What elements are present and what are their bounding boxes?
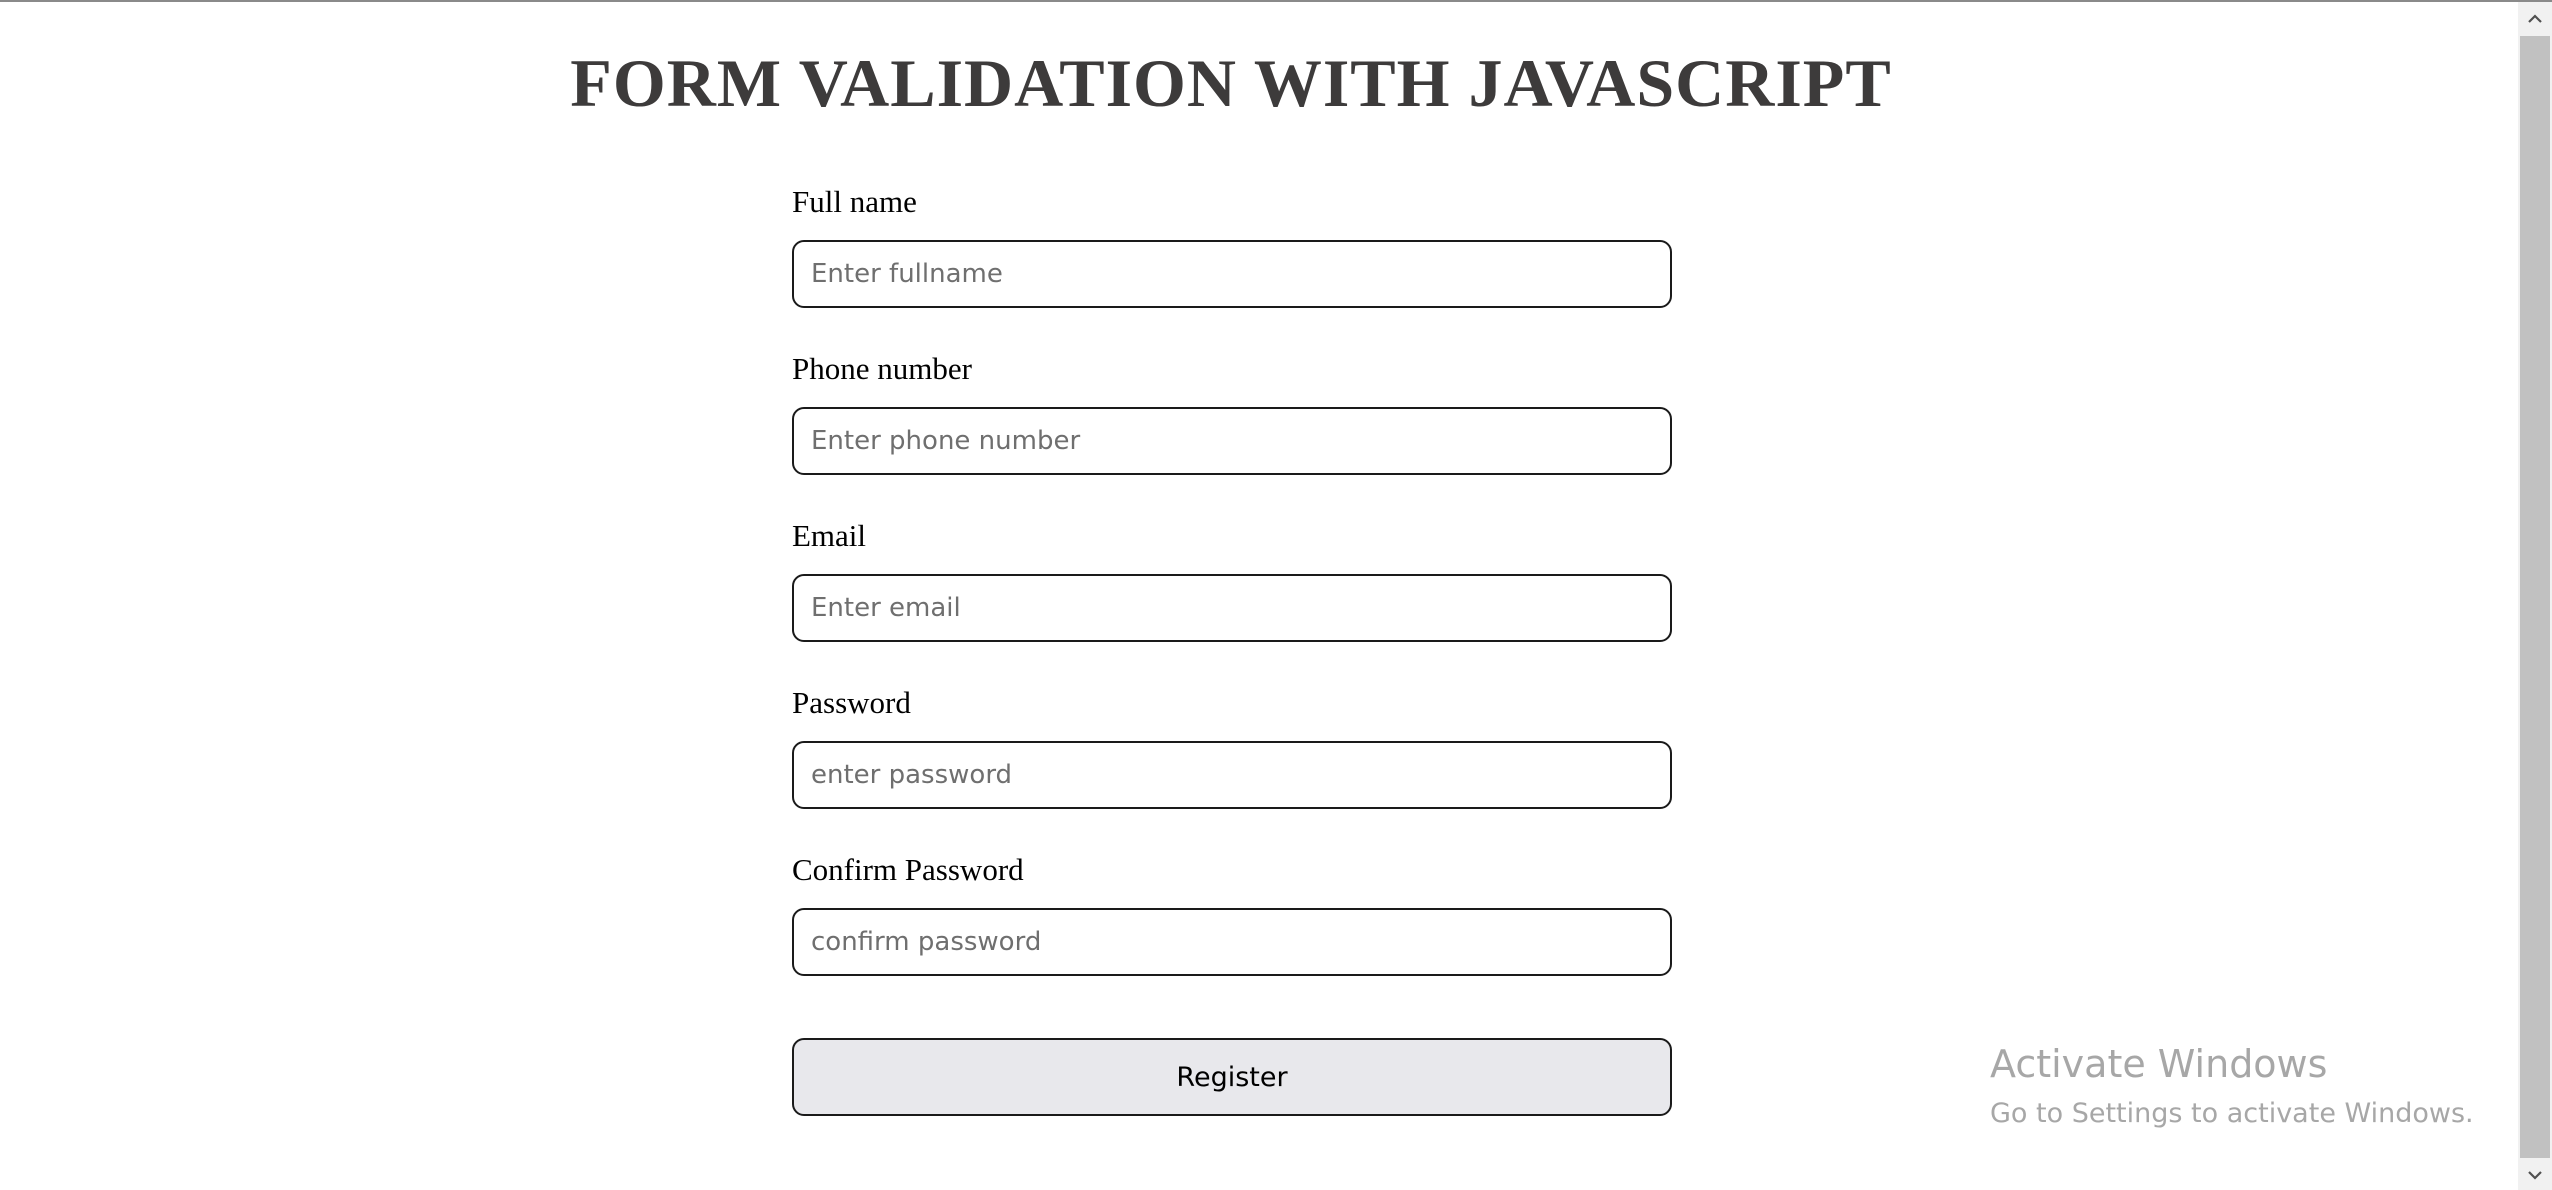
password-input[interactable] bbox=[792, 741, 1672, 809]
scroll-down-button[interactable] bbox=[2518, 1158, 2552, 1190]
email-group: Email bbox=[792, 516, 1672, 644]
watermark-title: Activate Windows bbox=[1990, 1042, 2328, 1086]
phone-label: Phone number bbox=[792, 351, 972, 386]
fullname-input[interactable] bbox=[792, 240, 1672, 308]
page-title: FORM VALIDATION WITH JAVASCRIPT bbox=[570, 45, 1892, 121]
registration-form: Full name Phone number Email Password Co… bbox=[792, 182, 1672, 1017]
password-label: Password bbox=[792, 685, 911, 720]
password-group: Password bbox=[792, 683, 1672, 811]
scroll-up-button[interactable] bbox=[2518, 2, 2552, 36]
phone-group: Phone number bbox=[792, 349, 1672, 477]
email-label: Email bbox=[792, 518, 867, 553]
watermark-subtitle: Go to Settings to activate Windows. bbox=[1990, 1098, 2474, 1129]
chevron-down-icon bbox=[2528, 1171, 2542, 1180]
vertical-scrollbar[interactable] bbox=[2518, 2, 2552, 1190]
activate-windows-watermark: Activate Windows Go to Settings to activ… bbox=[1990, 1038, 2474, 1134]
confirm-password-input[interactable] bbox=[792, 908, 1672, 976]
confirm-password-label: Confirm Password bbox=[792, 852, 1024, 887]
fullname-label: Full name bbox=[792, 184, 917, 219]
phone-input[interactable] bbox=[792, 407, 1672, 475]
confirm-password-group: Confirm Password bbox=[792, 850, 1672, 978]
chevron-up-icon bbox=[2528, 14, 2542, 23]
register-button[interactable]: Register bbox=[792, 1038, 1672, 1116]
scrollbar-thumb[interactable] bbox=[2520, 36, 2550, 1158]
email-input[interactable] bbox=[792, 574, 1672, 642]
fullname-group: Full name bbox=[792, 182, 1672, 310]
